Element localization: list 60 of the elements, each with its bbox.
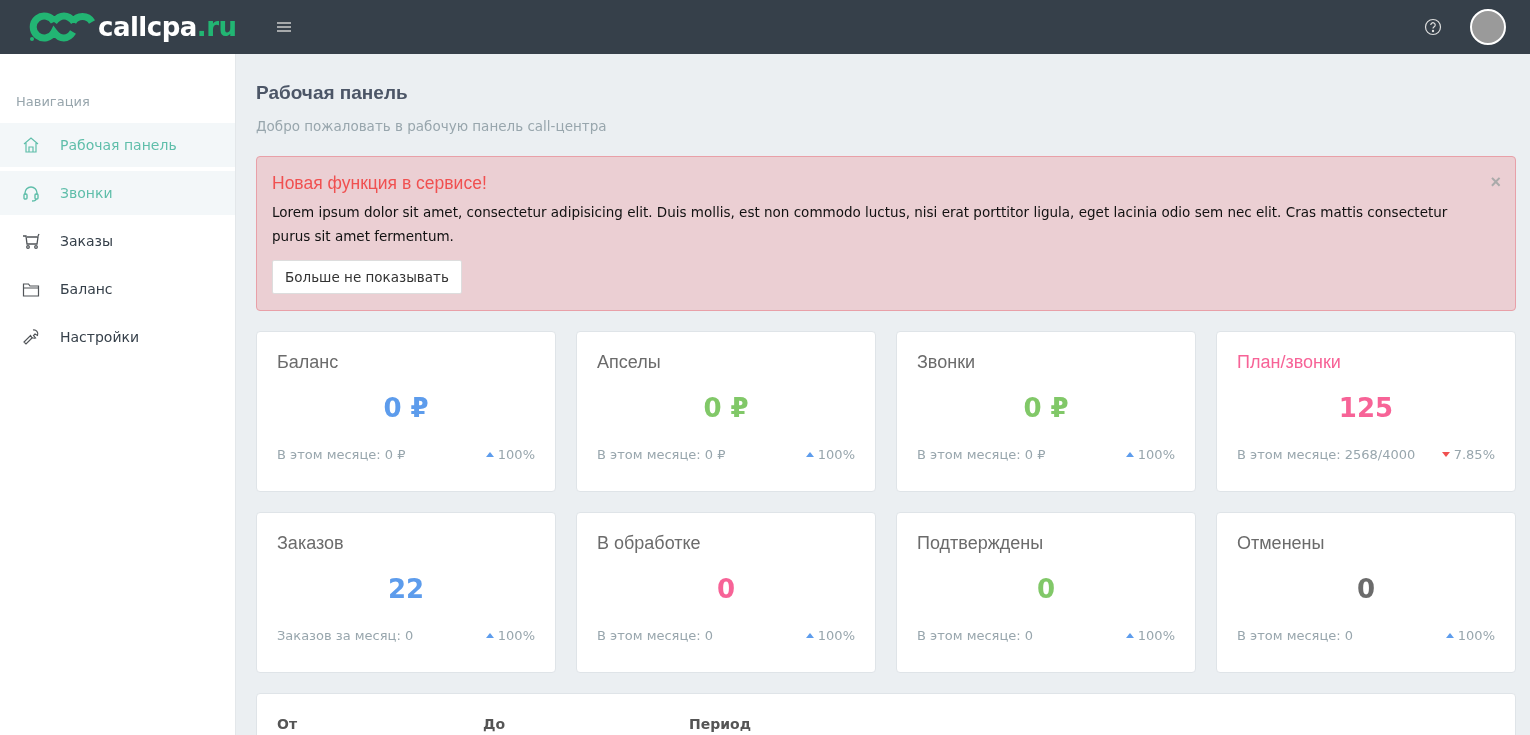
card-value: 0 ₽ [703, 393, 749, 423]
card-value: 0 ₽ [383, 393, 429, 423]
trend-icon [1125, 452, 1134, 457]
page-subtitle: Добро пожаловать в рабочую панель call-центра [256, 118, 608, 134]
trend-icon [805, 633, 814, 638]
trend-percent: 100% [1137, 628, 1175, 643]
trend-percent: 100% [817, 447, 855, 462]
card-title: Отменены [1237, 533, 1325, 554]
nav-heading: Навигация [15, 94, 91, 111]
headset-icon [22, 184, 40, 202]
card-value: 0 [716, 574, 736, 604]
trend-icon [485, 633, 494, 638]
card-value: 22 [387, 574, 425, 604]
card-title: План/звонки [1237, 352, 1341, 373]
trend-percent: 100% [497, 628, 535, 643]
trend-percent: 100% [817, 628, 855, 643]
filter-label: До [483, 716, 507, 734]
alert-title: Новая функция в сервисе! [272, 173, 488, 194]
card-title: Заказов [277, 533, 344, 554]
alert-text: Lorem ipsum dolor sit amet, consectetur adipisicing elit. Duis mollis, est non commodo luctus, nisi erat porttitor ligula, eget lacinia odio sem nec elit. Cras mattis consectetur purus sit amet fermentum. [272, 203, 1449, 246]
nav-item[interactable]: Заказы [0, 219, 235, 263]
card-note: В этом месяце: 0 [597, 628, 714, 643]
avatar[interactable] [1470, 9, 1506, 45]
home-icon [22, 136, 40, 154]
card-note: Заказов за месяц: 0 [277, 628, 414, 643]
trend-icon [805, 452, 814, 457]
card-title: Подтверждены [917, 533, 1044, 554]
nav-item[interactable]: Настройки [0, 315, 235, 359]
filter-label: От [277, 716, 298, 734]
filter-label: Период [689, 716, 752, 734]
page-title: Рабочая панель [256, 82, 409, 104]
nav-item[interactable]: Баланс [0, 267, 235, 311]
card-title: В обработке [597, 533, 701, 554]
trend-percent: 100% [1137, 447, 1175, 462]
card-note: В этом месяце: 0 [1237, 628, 1354, 643]
card-value: 0 [1036, 574, 1056, 604]
card-value: 0 ₽ [1023, 393, 1069, 423]
card-note: В этом месяце: 0 ₽ [917, 447, 1046, 462]
card-note: В этом месяце: 0 ₽ [597, 447, 726, 462]
card-value: 0 [1356, 574, 1376, 604]
card-title: Баланс [277, 352, 339, 373]
card-title: Звонки [917, 352, 976, 373]
help-icon[interactable] [1424, 18, 1442, 36]
trend-percent: 100% [497, 447, 535, 462]
card-note: В этом месяце: 0 ₽ [277, 447, 406, 462]
card-note: В этом месяце: 0 [917, 628, 1034, 643]
trend-icon [1125, 633, 1134, 638]
trend-icon [1441, 452, 1450, 457]
logo-text: callcpa.ru [98, 12, 237, 42]
dismiss-button[interactable]: Больше не показывать [272, 260, 462, 294]
card-note: В этом месяце: 2568/4000 [1237, 447, 1416, 462]
trend-percent: 7.85% [1453, 447, 1495, 462]
card-title: Апселы [597, 352, 661, 373]
trend-percent: 100% [1457, 628, 1495, 643]
folder-icon [22, 280, 40, 298]
wrench-icon [22, 328, 40, 346]
card-value: 125 [1338, 393, 1394, 423]
cart-icon [22, 232, 40, 250]
trend-icon [1445, 633, 1454, 638]
trend-icon [485, 452, 494, 457]
